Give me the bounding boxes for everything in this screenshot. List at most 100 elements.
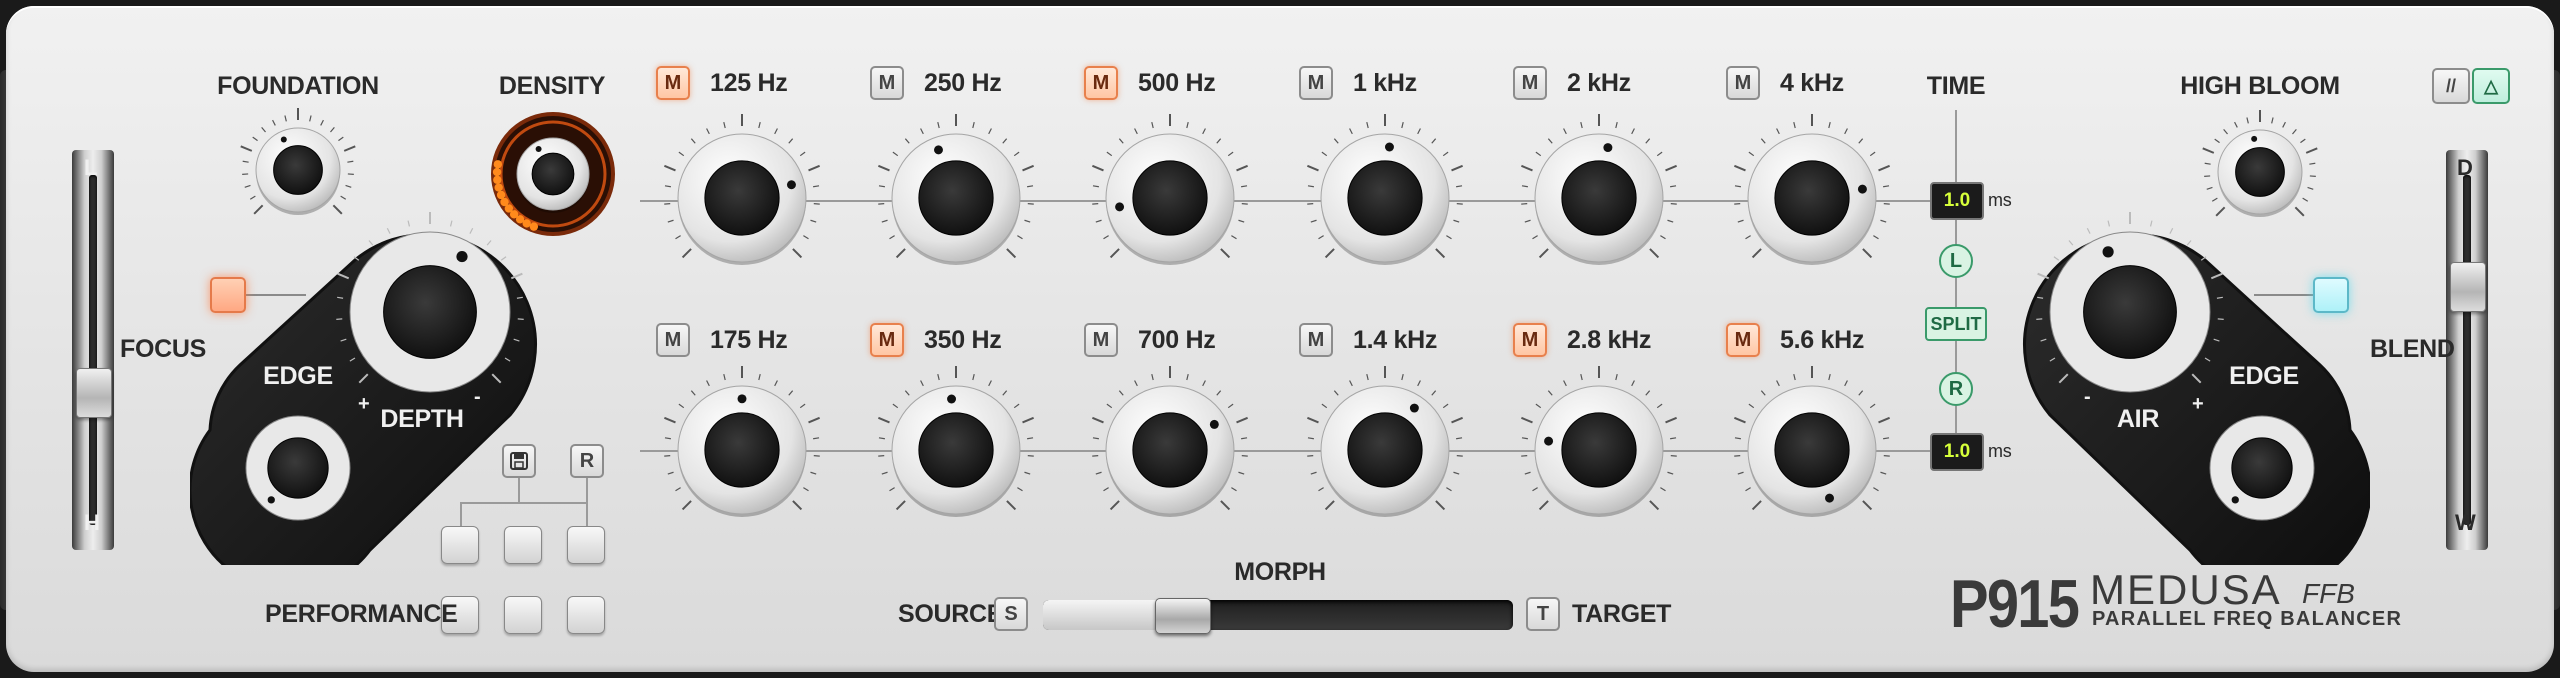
mode-toggle-left[interactable]: // [2432, 68, 2470, 104]
band-knob-bottom-6[interactable] [1724, 362, 1900, 538]
focus-fader-bottom-label: H [84, 510, 100, 535]
performance-slot-3[interactable] [567, 526, 605, 564]
reset-button[interactable]: R [570, 444, 604, 478]
left-edge-knob[interactable] [236, 406, 360, 530]
time-r-button[interactable]: R [1939, 372, 1973, 406]
product-suffix: FFB [2302, 578, 2355, 609]
density-meter-dot [493, 175, 502, 185]
source-button[interactable]: S [994, 597, 1028, 631]
time-unit-top: ms [1988, 190, 2012, 210]
blend-fader-track[interactable] [2463, 175, 2471, 525]
perf-tree-h [460, 502, 588, 504]
save-icon [510, 452, 528, 470]
mute-button-top-6[interactable]: M [1726, 66, 1760, 100]
mute-button-top-2[interactable]: M [870, 66, 904, 100]
band-freq-label-top-6: 4 kHz [1780, 69, 1844, 97]
product-subtitle: PARALLEL FREQ BALANCER [2092, 608, 2403, 630]
mute-button-bottom-2[interactable]: M [870, 323, 904, 357]
target-button[interactable]: T [1526, 597, 1560, 631]
air-knob[interactable] [2026, 208, 2234, 416]
focus-fader-handle[interactable] [76, 368, 112, 418]
density-meter-dot [496, 190, 506, 200]
band-freq-label-bottom-4: 1.4 kHz [1353, 326, 1438, 354]
band-freq-label-top-1: 125 Hz [710, 69, 788, 97]
mute-button-bottom-5[interactable]: M [1513, 323, 1547, 357]
right-edge-knob[interactable] [2200, 406, 2324, 530]
band-freq-label-top-4: 1 kHz [1353, 69, 1417, 97]
morph-label: MORPH [1234, 558, 1326, 586]
band-freq-label-bottom-2: 350 Hz [924, 326, 1002, 354]
band-knob-top-6[interactable] [1724, 110, 1900, 286]
foundation-label: FOUNDATION [217, 72, 379, 100]
performance-label: PERFORMANCE [265, 600, 458, 628]
band-knob-bottom-4[interactable] [1297, 362, 1473, 538]
time-line-2 [1955, 278, 1957, 308]
mute-button-top-4[interactable]: M [1299, 66, 1333, 100]
band-freq-label-bottom-5: 2.8 kHz [1567, 326, 1652, 354]
time-line-3 [1955, 341, 1957, 373]
mute-button-bottom-1[interactable]: M [656, 323, 690, 357]
focus-fader-top-label: L [84, 155, 98, 180]
band-knob-top-4[interactable] [1297, 110, 1473, 286]
time-line-4 [1955, 406, 1957, 434]
blend-link-line [2254, 294, 2314, 296]
mode-toggle-right[interactable]: △ [2472, 68, 2510, 104]
time-label: TIME [1926, 72, 1986, 100]
focus-led-button[interactable] [210, 277, 246, 313]
perf-tree-v1 [518, 478, 520, 502]
mute-button-bottom-4[interactable]: M [1299, 323, 1333, 357]
band-knob-bottom-3[interactable] [1082, 362, 1258, 538]
performance-slot-2[interactable] [504, 526, 542, 564]
left-edge-label: EDGE [263, 362, 333, 390]
band-freq-label-bottom-6: 5.6 kHz [1780, 326, 1865, 354]
band-knob-top-2[interactable] [868, 110, 1044, 286]
target-label: TARGET [1572, 600, 1672, 628]
time-l-button[interactable]: L [1939, 244, 1973, 278]
focus-fader-track[interactable] [89, 175, 97, 525]
performance-slot-5[interactable] [504, 596, 542, 634]
band-knob-top-1[interactable] [654, 110, 830, 286]
time-display-top[interactable]: 1.0 [1930, 182, 1984, 220]
morph-slider[interactable] [1043, 598, 1513, 634]
band-knob-bottom-5[interactable] [1511, 362, 1687, 538]
save-button[interactable] [502, 444, 536, 478]
band-knob-bottom-1[interactable] [654, 362, 830, 538]
time-line-top [1955, 110, 1957, 182]
perf-tree-v4 [586, 502, 588, 526]
band-freq-label-bottom-3: 700 Hz [1138, 326, 1216, 354]
blend-label: BLEND [2370, 335, 2455, 363]
time-line-1 [1955, 220, 1957, 246]
blend-fader-bottom-label: W [2455, 510, 2476, 535]
band-knob-top-3[interactable] [1082, 110, 1258, 286]
plugin-window: L H FOCUS D W BLEND // △ EDGE DEPTH + - … [0, 0, 2560, 678]
mute-button-top-5[interactable]: M [1513, 66, 1547, 100]
perf-tree-v2 [586, 478, 588, 502]
model-name: P915 [1950, 566, 2080, 642]
performance-slot-6[interactable] [567, 596, 605, 634]
blend-fader-handle[interactable] [2450, 262, 2486, 312]
mute-button-top-3[interactable]: M [1084, 66, 1118, 100]
density-meter-dot [494, 183, 503, 192]
mute-button-top-1[interactable]: M [656, 66, 690, 100]
density-meter-dot [493, 160, 503, 169]
mute-button-bottom-3[interactable]: M [1084, 323, 1118, 357]
mute-button-bottom-6[interactable]: M [1726, 323, 1760, 357]
high-bloom-label: HIGH BLOOM [2180, 72, 2340, 100]
source-label: SOURCE [898, 600, 1004, 628]
band-knob-bottom-2[interactable] [868, 362, 1044, 538]
time-display-bottom[interactable]: 1.0 [1930, 433, 1984, 471]
focus-link-line [246, 294, 306, 296]
band-freq-label-top-5: 2 kHz [1567, 69, 1631, 97]
blend-fader-top-label: D [2457, 155, 2473, 180]
right-edge-label: EDGE [2229, 362, 2299, 390]
density-meter-dot [492, 167, 502, 177]
band-freq-label-top-2: 250 Hz [924, 69, 1002, 97]
depth-knob[interactable] [326, 208, 534, 416]
performance-slot-1[interactable] [441, 526, 479, 564]
product-name: MEDUSA [2090, 566, 2282, 613]
morph-handle[interactable] [1155, 598, 1212, 634]
band-knob-top-5[interactable] [1511, 110, 1687, 286]
split-button[interactable]: SPLIT [1925, 307, 1987, 341]
blend-led-button[interactable] [2313, 277, 2349, 313]
density-knob[interactable] [507, 128, 599, 220]
